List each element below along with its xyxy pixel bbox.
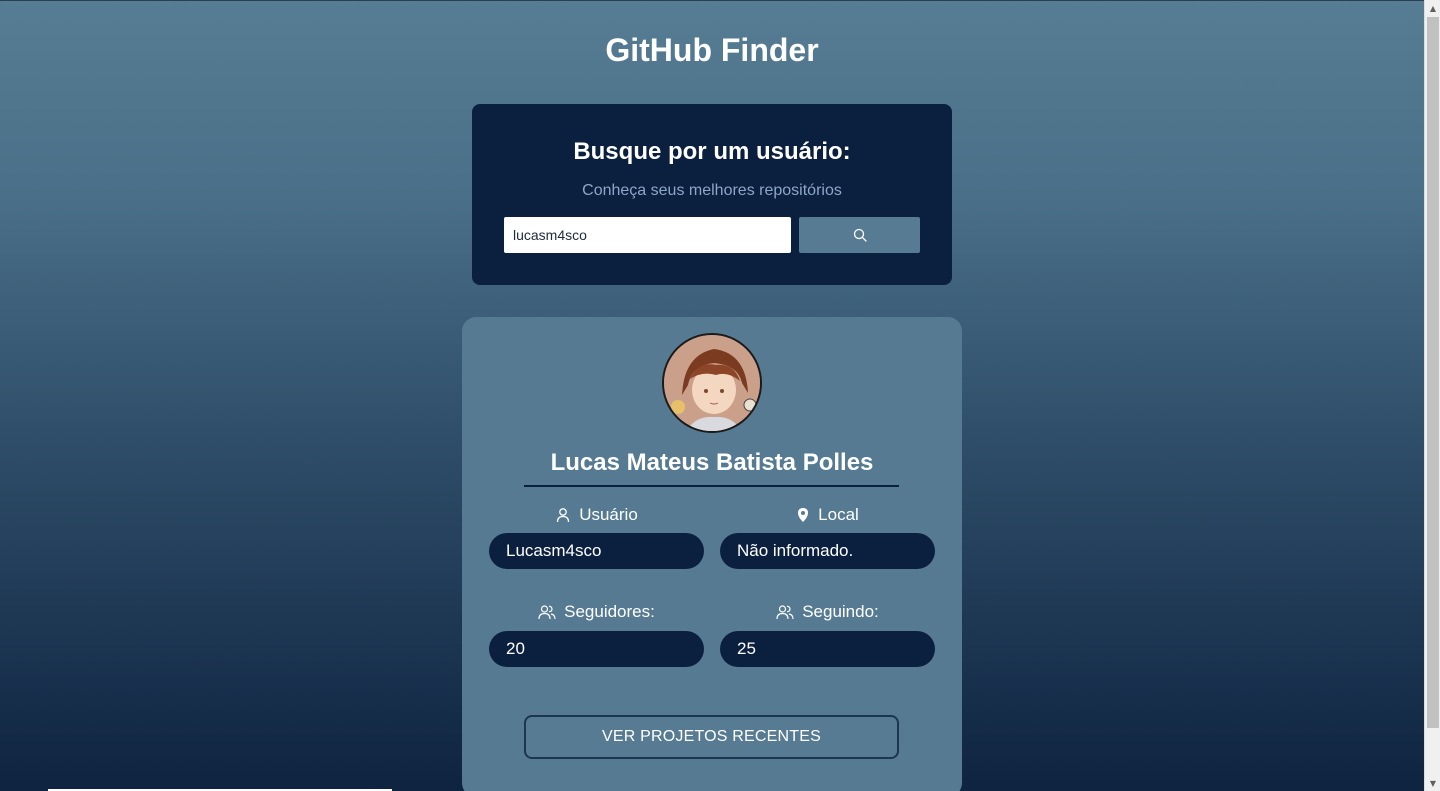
window-top-border [0, 0, 1424, 1]
following-label: Seguindo: [720, 602, 935, 622]
avatar [662, 333, 762, 433]
scroll-up-arrow-icon[interactable]: ▲ [1425, 0, 1440, 16]
search-input[interactable] [504, 217, 791, 253]
location-label: Local [720, 505, 935, 525]
app-title: GitHub Finder [605, 32, 819, 68]
vertical-scrollbar[interactable]: ▲ ▼ [1424, 0, 1440, 791]
search-button[interactable] [799, 217, 920, 253]
name-divider [524, 485, 899, 487]
search-subheading: Conheça seus melhores repositórios [582, 182, 842, 199]
location-value: Não informado. [720, 533, 935, 569]
search-heading: Busque por um usuário: [573, 138, 851, 165]
users-icon [776, 604, 794, 620]
user-icon [555, 507, 571, 523]
users-icon [538, 604, 556, 620]
user-label: Usuário [489, 505, 704, 525]
map-pin-icon [796, 507, 810, 523]
search-card: Busque por um usuário: Conheça seus melh… [472, 104, 952, 285]
followers-label: Seguidores: [489, 602, 704, 622]
profile-name: Lucas Mateus Batista Polles [550, 449, 874, 476]
scrollbar-thumb[interactable] [1427, 17, 1439, 728]
view-recent-projects-button[interactable]: VER PROJETOS RECENTES [524, 715, 899, 759]
profile-card: Lucas Mateus Batista Polles Usuário Luca… [462, 317, 962, 791]
scroll-down-arrow-icon[interactable]: ▼ [1425, 775, 1440, 791]
following-value: 25 [720, 631, 935, 667]
search-icon [853, 228, 867, 242]
followers-value: 20 [489, 631, 704, 667]
user-value: Lucasm4sco [489, 533, 704, 569]
